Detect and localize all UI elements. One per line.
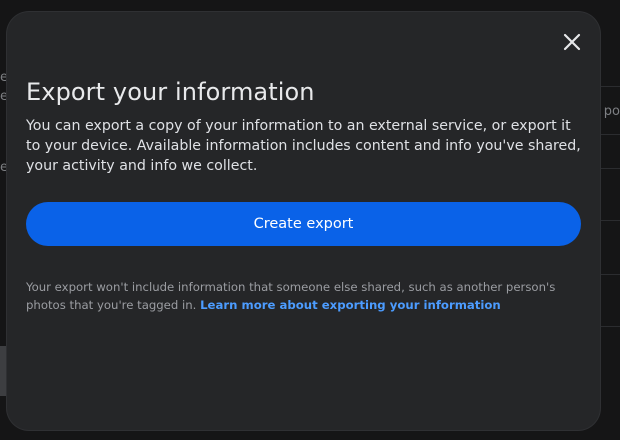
dialog-description: You can export a copy of your informatio… [26, 118, 581, 174]
create-export-button[interactable]: Create export [26, 202, 581, 246]
background-divider [598, 220, 620, 221]
close-button[interactable] [558, 28, 586, 56]
dialog-title: Export your information [26, 78, 315, 106]
background-divider [598, 326, 620, 327]
export-footnote: Your export won't include information th… [26, 278, 586, 314]
background-text-fragment: po [603, 104, 620, 119]
export-dialog: Export your information You can export a… [7, 12, 600, 430]
background-divider [598, 168, 620, 169]
background-divider [598, 134, 620, 135]
close-icon [563, 33, 581, 51]
background-divider [598, 274, 620, 275]
learn-more-link[interactable]: Learn more about exporting your informat… [200, 298, 501, 312]
background-divider [598, 86, 620, 87]
